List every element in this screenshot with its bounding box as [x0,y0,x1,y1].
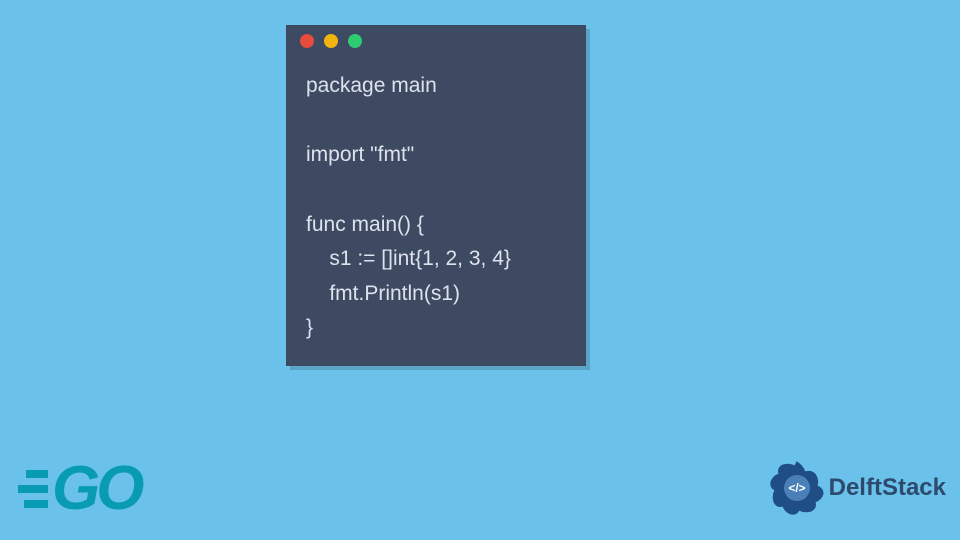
delftstack-logo: </> DelftStack [769,460,946,516]
go-logo: GO [10,453,140,524]
maximize-dot-icon[interactable] [348,34,362,48]
code-editor-window: package main import "fmt" func main() { … [286,25,586,366]
svg-text:</>: </> [788,481,805,495]
close-dot-icon[interactable] [300,34,314,48]
window-title-bar [286,25,586,57]
go-logo-text: GO [52,453,140,524]
delftstack-badge-icon: </> [769,460,825,516]
delftstack-label: DelftStack [829,474,946,502]
code-content: package main import "fmt" func main() { … [286,57,586,366]
minimize-dot-icon[interactable] [324,34,338,48]
go-speed-lines-icon [10,470,48,508]
